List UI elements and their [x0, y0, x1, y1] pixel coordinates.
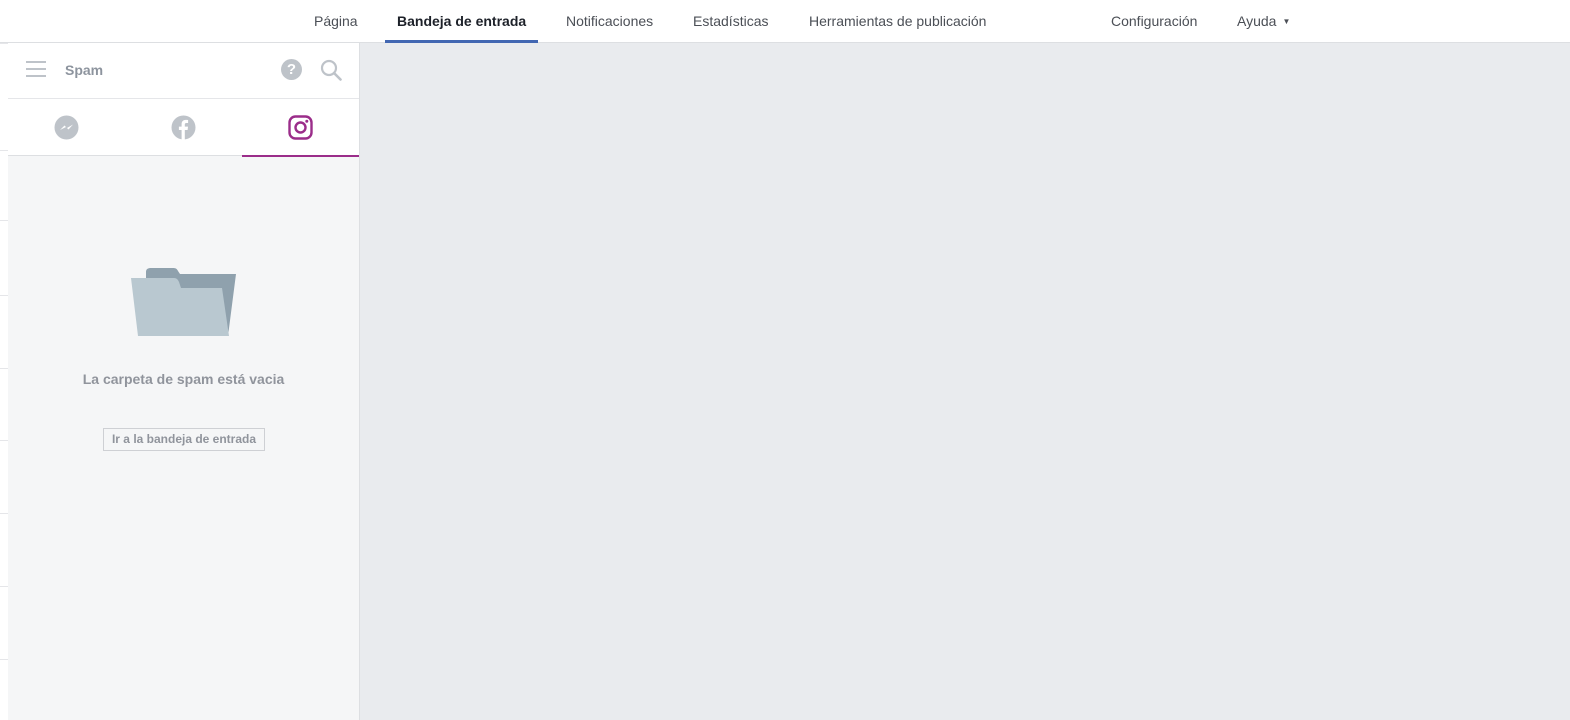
- empty-message: La carpeta de spam está vacia: [82, 371, 285, 387]
- tab-pagina[interactable]: Página: [314, 0, 358, 42]
- question-icon[interactable]: ?: [281, 59, 302, 80]
- tab-estadisticas[interactable]: Estadísticas: [693, 0, 768, 42]
- help-menu-label: Ayuda: [1237, 13, 1277, 29]
- help-menu[interactable]: Ayuda ▼: [1237, 0, 1290, 42]
- conversation-panel: [360, 43, 1570, 720]
- folder-title: Spam: [65, 62, 104, 78]
- channel-tabs: [8, 99, 359, 157]
- messenger-icon: [54, 115, 79, 140]
- sidebar-header: Spam ?: [8, 43, 359, 99]
- instagram-icon: [288, 115, 313, 140]
- search-icon[interactable]: [320, 59, 342, 81]
- facebook-icon: [171, 115, 196, 140]
- caret-down-icon: ▼: [1282, 17, 1291, 26]
- top-navigation: Página Bandeja de entrada Notificaciones…: [0, 0, 1570, 43]
- channel-tab-facebook[interactable]: [125, 99, 242, 156]
- inbox-sidebar: Spam ? La carpeta de spam está vacia Ir …: [8, 43, 360, 720]
- go-to-inbox-button[interactable]: Ir a la bandeja de entrada: [103, 428, 265, 451]
- tab-herramientas-de-publicacion[interactable]: Herramientas de publicación: [809, 0, 986, 42]
- menu-icon[interactable]: [26, 59, 46, 79]
- channel-tab-instagram[interactable]: [242, 99, 359, 157]
- settings-link[interactable]: Configuración: [1111, 0, 1197, 42]
- left-edge: [0, 43, 8, 720]
- tab-bandeja-de-entrada[interactable]: Bandeja de entrada: [384, 0, 539, 43]
- folder-icon: [131, 268, 236, 336]
- channel-tab-messenger[interactable]: [8, 99, 125, 156]
- tab-notificaciones[interactable]: Notificaciones: [566, 0, 653, 42]
